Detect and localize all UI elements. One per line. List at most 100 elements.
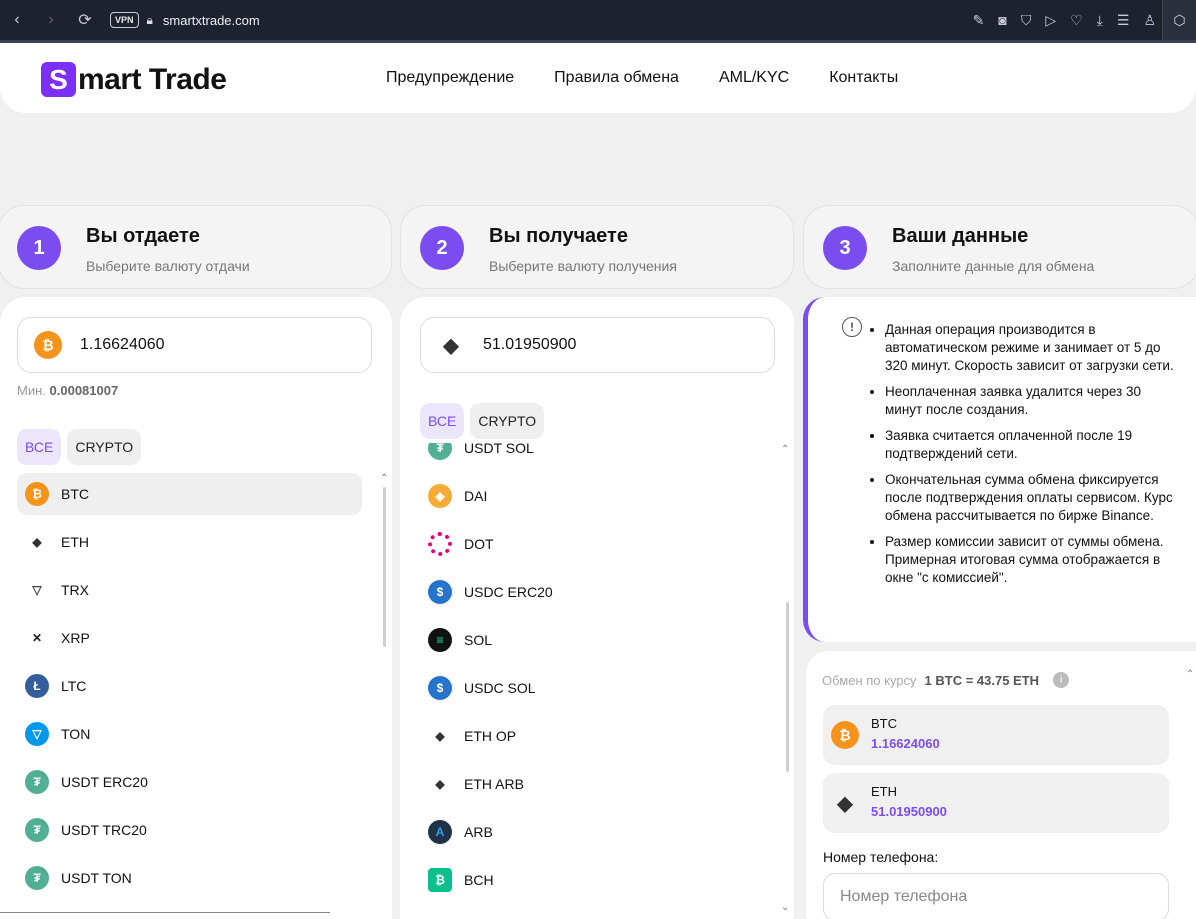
rate-label: Обмен по курсу [822, 672, 917, 688]
min-amount: Мин. 0.00081007 [17, 383, 118, 398]
back-icon[interactable]: ‹ [0, 11, 34, 29]
coin-item[interactable]: ₮ USDT ERC20 [17, 761, 362, 803]
scroll-up-icon[interactable]: ⌃ [781, 444, 789, 455]
coin-name: USDT TON [61, 870, 132, 886]
dai-icon: ◈ [428, 484, 452, 508]
step-number: 2 [420, 226, 464, 270]
coin-item[interactable]: ₮ USDT TON [17, 857, 362, 893]
edit-icon[interactable]: ✎ [973, 12, 985, 29]
coin-item[interactable]: $ USDC SOL [420, 667, 765, 709]
coin-name: USDT SOL [464, 443, 534, 456]
coin-item[interactable]: ₿ BTC [17, 473, 362, 515]
coin-item[interactable]: ✕ XRP [17, 617, 362, 659]
coin-item[interactable]: DOT [420, 523, 765, 565]
scroll-down-icon[interactable]: ⌄ [781, 902, 789, 913]
filter-crypto[interactable]: CRYPTO [67, 429, 142, 465]
coin-name: ETH OP [464, 728, 517, 744]
info-icon[interactable]: i [1053, 672, 1070, 688]
browser-nav: ‹ › ⟳ [0, 10, 102, 30]
tether-icon: ₮ [25, 770, 49, 794]
give-filters: ВСЕ CRYPTO [17, 429, 142, 465]
polkadot-icon [428, 532, 452, 556]
coin-item[interactable]: ◈ DAI [420, 475, 765, 517]
coin-item[interactable]: ≡ SOL [420, 619, 765, 661]
play-icon[interactable]: ▷ [1045, 12, 1056, 29]
bitcoin-icon: ₿ [831, 721, 859, 749]
forward-icon[interactable]: › [34, 11, 68, 29]
tether-icon: ₮ [25, 818, 49, 842]
summary-to-name: ETH [871, 784, 897, 799]
coin-item[interactable]: Ł LTC [17, 665, 362, 707]
phone-input[interactable] [823, 873, 1169, 919]
info-item: Окончательная сумма обмена фиксируется п… [885, 471, 1175, 525]
info-list: Данная операция производится в автоматич… [885, 321, 1175, 595]
bitcoin-cash-icon: ₿ [428, 868, 452, 892]
coin-item[interactable]: $ USDC ERC20 [420, 571, 765, 613]
profile-icon[interactable]: ♙ [1143, 12, 1156, 29]
coin-item[interactable]: ₮ USDT SOL [420, 443, 765, 469]
coin-item[interactable]: ▽ TRX [17, 569, 362, 611]
address-bar[interactable]: smartxtrade.com [163, 13, 260, 28]
coin-item[interactable]: A ARB [420, 811, 765, 853]
logo-mark: S [41, 62, 76, 97]
filter-all[interactable]: ВСЕ [420, 403, 465, 439]
receive-filters: ВСЕ CRYPTO [420, 403, 545, 439]
info-icon: ! [842, 317, 862, 337]
menu-icon[interactable]: ☰ [1117, 12, 1130, 29]
tether-icon: ₮ [428, 443, 452, 460]
filter-crypto[interactable]: CRYPTO [470, 403, 545, 439]
coin-item[interactable]: ◆ ETH ARB [420, 763, 765, 805]
arbitrum-icon: A [428, 820, 452, 844]
lock-icon[interactable]: 🔒︎ [147, 13, 153, 28]
nav-aml-kyc[interactable]: AML/KYC [719, 69, 789, 87]
shield-icon[interactable]: ⛉ [1021, 12, 1032, 29]
ton-icon: ▽ [25, 722, 49, 746]
receive-amount-field[interactable]: ◆ 51.01950900 [420, 317, 775, 373]
step-title: Вы отдаете [86, 225, 200, 247]
bitcoin-icon: ₿ [25, 482, 49, 506]
info-item: Заявка считается оплаченной после 19 под… [885, 427, 1175, 463]
xrp-icon: ✕ [31, 631, 43, 645]
scrollbar-thumb[interactable] [383, 487, 386, 647]
filter-all[interactable]: ВСЕ [17, 429, 62, 465]
download-icon[interactable]: ⤓ [1097, 12, 1103, 29]
coin-item[interactable]: ◆ ETH OP [420, 715, 765, 757]
receive-panel: ◆ 51.01950900 ВСЕ CRYPTO ₮ USDT SOL ◈ DAI DO… [400, 297, 794, 919]
nav-contacts[interactable]: Контакты [829, 69, 898, 87]
coin-item[interactable]: ₿ BCH [420, 859, 765, 901]
step-number: 1 [17, 226, 61, 270]
summary-from-name: BTC [871, 716, 897, 731]
solana-icon: ≡ [428, 628, 452, 652]
summary-to: ◆ ETH 51.01950900 [823, 773, 1169, 833]
ethereum-icon: ◆ [435, 729, 445, 743]
scroll-up-icon[interactable]: ⌃ [380, 473, 388, 484]
coin-name: DOT [464, 536, 494, 552]
heart-icon[interactable]: ♡ [1070, 12, 1083, 29]
coin-item[interactable]: ▽ TON [17, 713, 362, 755]
logo[interactable]: S mart Trade [41, 62, 227, 97]
step-title: Ваши данные [892, 225, 1029, 247]
coin-item[interactable]: ◆ ETH [17, 521, 362, 563]
summary-to-value: 51.01950900 [871, 804, 947, 819]
step-number: 3 [823, 226, 867, 270]
extension-icon[interactable]: ⬡ [1162, 0, 1196, 40]
coin-name: TRX [61, 582, 89, 598]
scroll-up-icon[interactable]: ⌃ [1186, 669, 1194, 680]
vpn-badge[interactable]: VPN [110, 12, 139, 28]
nav-warning[interactable]: Предупреждение [386, 69, 514, 87]
min-value: 0.00081007 [49, 383, 119, 398]
ethereum-icon: ◆ [32, 535, 42, 549]
site-header: S mart Trade Предупреждение Правила обме… [0, 43, 1196, 113]
step-give: 1 Вы отдаете Выберите валюту отдачи [0, 205, 392, 289]
nav-exchange-rules[interactable]: Правила обмена [554, 69, 679, 87]
give-amount-field[interactable]: ₿ 1.16624060 [17, 317, 372, 373]
ethereum-icon: ◆ [837, 792, 853, 815]
coin-item[interactable]: ₮ USDT TRC20 [17, 809, 362, 851]
coin-name: DAI [464, 488, 488, 504]
scrollbar-thumb[interactable] [786, 602, 789, 772]
give-amount-value: 1.16624060 [80, 336, 165, 353]
camera-icon[interactable]: ◙ [998, 12, 1006, 28]
coin-name: USDT TRC20 [61, 822, 147, 838]
ethereum-icon: ◆ [435, 777, 445, 791]
reload-icon[interactable]: ⟳ [68, 10, 102, 30]
